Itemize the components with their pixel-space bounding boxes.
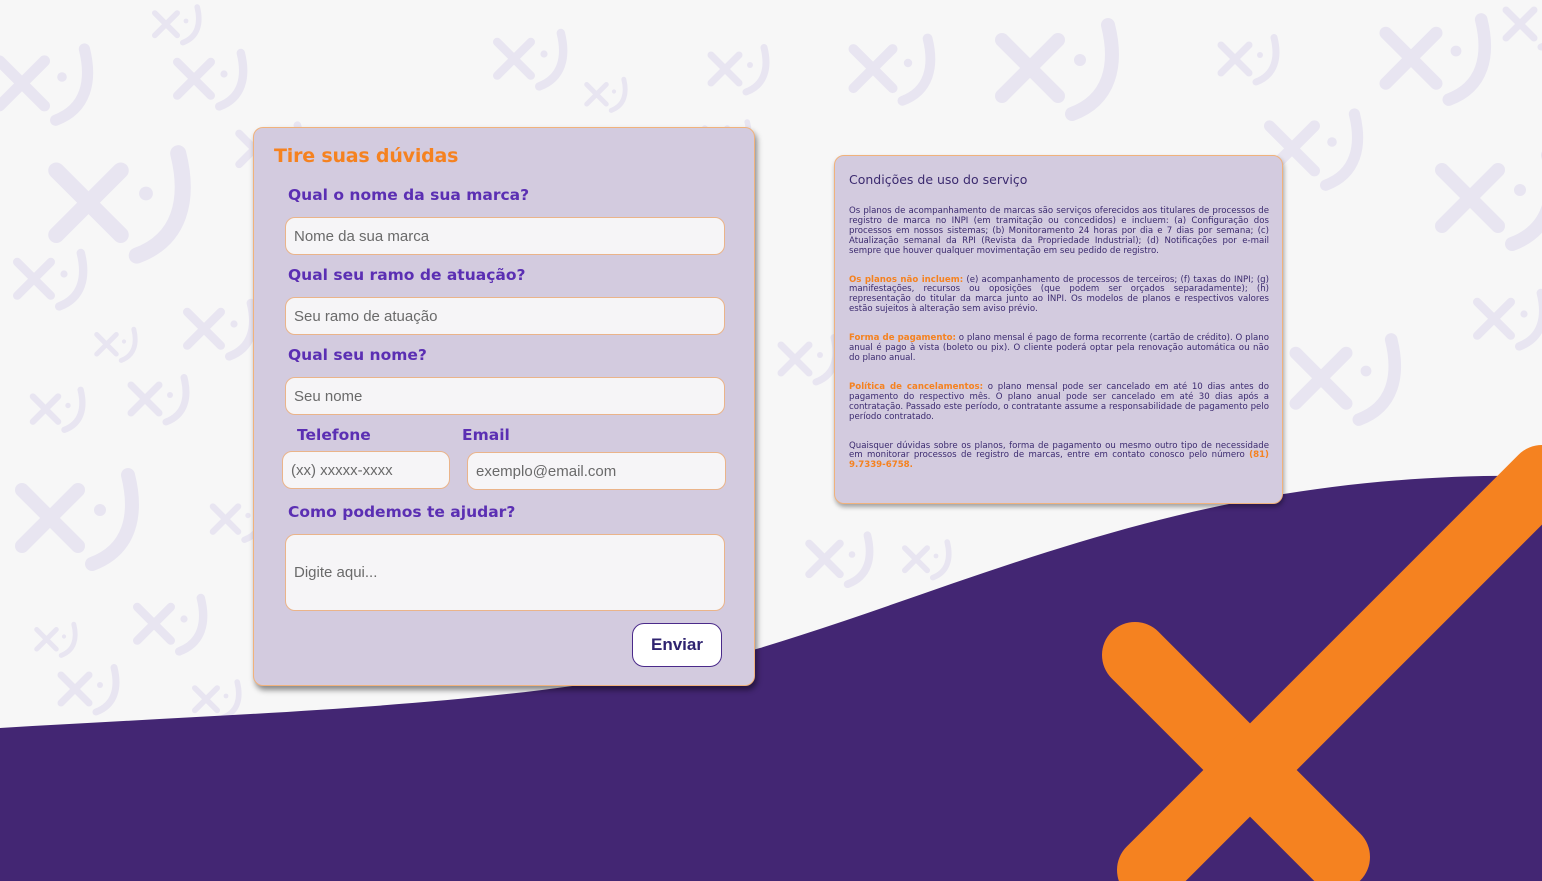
terms-highlight-cancellation: Política de cancelamentos: bbox=[849, 381, 984, 392]
x-smile-icon bbox=[182, 298, 258, 361]
terms-paragraph-contact: Quaisquer dúvidas sobre os planos, forma… bbox=[849, 440, 1269, 472]
sector-label: Qual seu ramo de atuação? bbox=[288, 266, 526, 284]
x-smile-icon bbox=[1217, 34, 1280, 86]
terms-text-contact: Quaisquer dúvidas sobre os planos, forma… bbox=[849, 440, 1269, 461]
terms-paragraph-cancellation: Política de cancelamentos: o plano mensa… bbox=[849, 381, 1269, 423]
x-smile-icon bbox=[1289, 333, 1402, 426]
x-smile-icon bbox=[777, 334, 840, 386]
x-smile-icon bbox=[1435, 151, 1542, 251]
email-input[interactable] bbox=[467, 452, 726, 490]
x-smile-icon bbox=[1502, 6, 1542, 51]
x-smile-icon bbox=[15, 468, 139, 571]
x-smile-icon bbox=[707, 44, 770, 96]
x-smile-icon bbox=[805, 531, 874, 589]
terms-highlight-payment: Forma de pagamento: bbox=[849, 333, 956, 344]
terms-paragraph-exclusions: Os planos não incluem: (e) acompanhament… bbox=[849, 274, 1269, 316]
x-smile-icon bbox=[901, 539, 952, 581]
x-smile-icon bbox=[127, 374, 190, 426]
sector-input[interactable] bbox=[285, 297, 725, 335]
x-smile-icon bbox=[172, 48, 248, 111]
x-smile-icon bbox=[584, 76, 628, 113]
terms-paragraph-plans: Os planos de acompanhamento de marcas sã… bbox=[849, 206, 1269, 256]
submit-button[interactable]: Enviar bbox=[632, 623, 722, 667]
x-smile-icon bbox=[848, 33, 936, 106]
x-smile-icon bbox=[57, 664, 120, 716]
brand-name-label: Qual o nome da sua marca? bbox=[288, 186, 530, 204]
email-label: Email bbox=[462, 426, 510, 444]
x-smile-icon bbox=[191, 679, 242, 721]
phone-input[interactable] bbox=[282, 451, 450, 489]
message-textarea[interactable] bbox=[285, 534, 725, 611]
terms-of-use-card: Condições de uso do serviço Os planos de… bbox=[834, 155, 1283, 504]
background-decoration bbox=[0, 4, 1542, 881]
x-smile-icon bbox=[1472, 288, 1542, 351]
terms-paragraph-payment: Forma de pagamento: o plano mensal é pag… bbox=[849, 333, 1269, 364]
name-label: Qual seu nome? bbox=[288, 346, 427, 364]
name-input[interactable] bbox=[285, 377, 725, 415]
message-label: Como podemos te ajudar? bbox=[288, 503, 516, 521]
x-smile-icon bbox=[492, 28, 568, 91]
x-smile-icon bbox=[29, 386, 86, 433]
x-smile-icon bbox=[0, 43, 94, 126]
form-title: Tire suas dúvidas bbox=[274, 145, 459, 167]
x-smile-icon bbox=[995, 18, 1119, 121]
phone-label: Telefone bbox=[297, 426, 371, 444]
x-smile-icon bbox=[132, 593, 208, 656]
x-smile-icon bbox=[12, 248, 88, 311]
terms-highlight-exclusions: Os planos não incluem: bbox=[849, 274, 964, 285]
x-smile-icon bbox=[94, 326, 138, 363]
brand-name-input[interactable] bbox=[285, 217, 725, 255]
x-smile-icon bbox=[1379, 13, 1492, 106]
x-smile-icon bbox=[34, 621, 78, 658]
terms-title: Condições de uso do serviço bbox=[849, 172, 1028, 187]
x-smile-icon bbox=[151, 4, 202, 46]
contact-form: Tire suas dúvidas Qual o nome da sua mar… bbox=[253, 127, 755, 686]
x-smile-icon bbox=[48, 145, 191, 264]
